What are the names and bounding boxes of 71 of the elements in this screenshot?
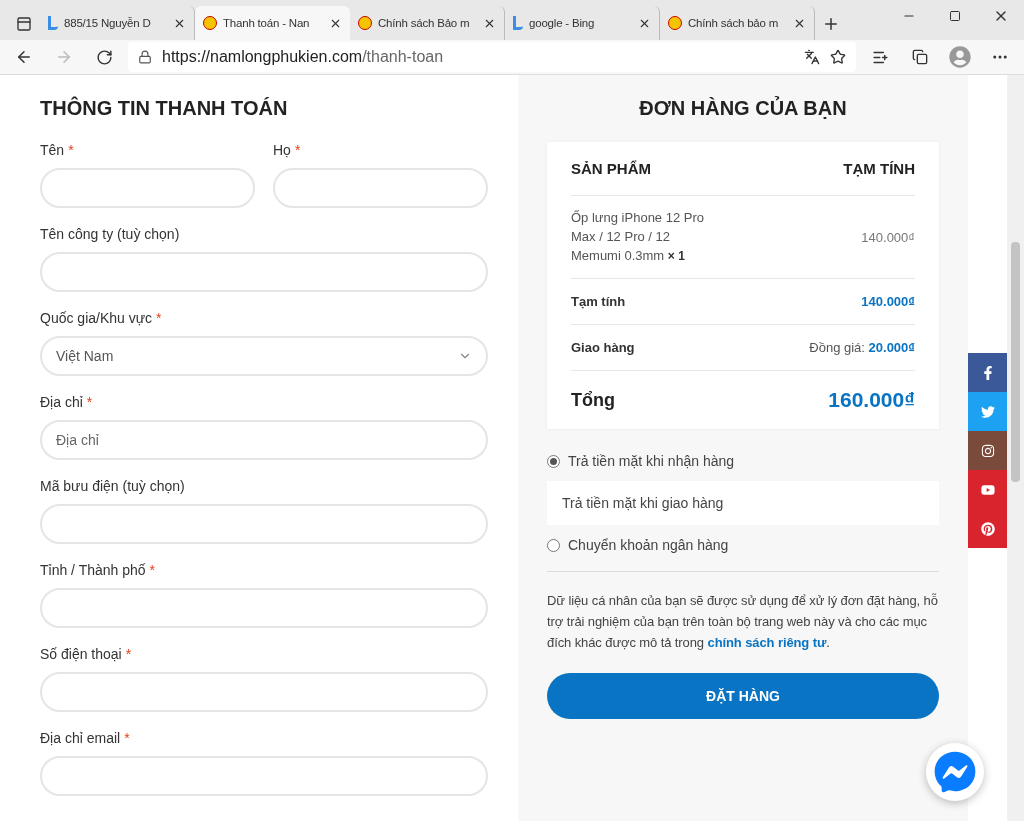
input-field[interactable] [40, 168, 255, 208]
input-field[interactable] [40, 504, 488, 544]
site-logo-icon [203, 16, 217, 30]
tab-title: Thanh toán - Nan [223, 17, 311, 29]
search-engine-icon [48, 16, 58, 30]
youtube-icon[interactable] [968, 470, 1007, 509]
site-logo-icon [358, 16, 372, 30]
messenger-icon[interactable] [926, 743, 984, 801]
lock-icon [138, 50, 152, 64]
twitter-icon[interactable] [968, 392, 1007, 431]
total-label: Tổng [571, 389, 615, 411]
payment-label: Trả tiền mặt khi nhận hàng [568, 453, 735, 469]
field-label: Họ * [273, 142, 302, 159]
input-field[interactable] [40, 672, 488, 712]
field-label: Quốc gia/Khu vực * [40, 310, 163, 327]
payment-description: Trả tiền mặt khi giao hàng [547, 481, 939, 525]
tab-title: Chính sách bảo m [688, 17, 780, 29]
column-header: SẢN PHẨM [571, 160, 651, 177]
required-mark: * [294, 142, 301, 158]
country-select[interactable]: Việt Nam [40, 336, 488, 376]
column-header: TẠM TÍNH [843, 160, 915, 177]
required-mark: * [124, 730, 130, 746]
search-engine-icon [513, 16, 523, 30]
required-mark: * [156, 310, 162, 326]
url-path: /thanh-toan [362, 48, 444, 66]
required-mark: * [68, 142, 74, 158]
scrollbar-thumb[interactable] [1011, 242, 1020, 482]
required-mark: * [86, 394, 93, 410]
read-aloud-icon[interactable] [804, 49, 820, 65]
payment-label: Chuyển khoản ngân hàng [568, 537, 729, 553]
instagram-icon[interactable] [968, 431, 1007, 470]
browser-tab[interactable]: Thanh toán - Nan [195, 6, 350, 40]
facebook-icon[interactable] [968, 353, 1007, 392]
place-order-button[interactable]: ĐẶT HÀNG [547, 673, 939, 719]
input-field[interactable]: Địa chỉ [40, 420, 488, 460]
input-field[interactable] [40, 756, 488, 796]
privacy-notice: Dữ liệu cá nhân của bạn sẽ được sử dụng để xử lý đơn đặt hàng, hỗ trợ trải nghiệm của bạn trên toàn bộ trang web này và cho các mục đích khác được mô tả trong chính sách riêng tư. [547, 592, 939, 652]
input-field[interactable] [273, 168, 488, 208]
tab-title: Chính sách Bảo m [378, 17, 471, 29]
url-host: https://namlongphukien.com [162, 48, 363, 66]
input-field[interactable] [40, 588, 488, 628]
shipping-price: Đồng giá: 20.000₫ [809, 340, 915, 355]
billing-heading: THÔNG TIN THANH TOÁN [40, 97, 289, 120]
summary-value: 140.000₫ [861, 294, 915, 309]
field-label: Mã bưu điện (tuỳ chọn) [40, 478, 186, 495]
required-mark: * [125, 646, 132, 662]
pinterest-icon[interactable] [968, 509, 1007, 548]
product-price: 140.000₫ [861, 229, 915, 245]
field-label: Địa chỉ email * [40, 730, 131, 747]
summary-label: Giao hàng [571, 340, 635, 355]
field-label: Số điện thoại * [40, 646, 133, 663]
summary-label: Tạm tính [571, 294, 626, 309]
input-field[interactable] [40, 252, 488, 292]
site-logo-icon [668, 16, 682, 30]
product-name: Ốp lưng iPhone 12 Pro Max / 12 Pro / 12 Memumi 0.3mm × 1 [571, 209, 705, 265]
field-label: Tên công ty (tuỳ chọn) [40, 226, 181, 243]
field-label: Địa chỉ * [40, 394, 94, 411]
privacy-policy-link[interactable]: chính sách riêng tư [707, 635, 827, 650]
field-label: Tỉnh / Thành phố * [40, 562, 157, 579]
tab-title: google - Bing [529, 17, 596, 29]
field-label: Tên * [40, 142, 75, 159]
favorite-star-icon[interactable] [830, 49, 846, 65]
total-value: 160.000₫ [828, 388, 915, 412]
order-heading: ĐƠN HÀNG CỦA BẠN [638, 97, 848, 120]
payment-option[interactable]: Trả tiền mặt khi nhận hàng [547, 441, 939, 481]
payment-option[interactable]: Chuyển khoản ngân hàng [547, 525, 939, 565]
address-bar[interactable]: https://namlongphukien.com/thanh-toan [128, 42, 856, 72]
radio-button[interactable] [547, 454, 560, 468]
required-mark: * [149, 562, 156, 578]
radio-button[interactable] [547, 538, 560, 552]
tab-title: 885/15 Nguyễn D [64, 17, 152, 29]
